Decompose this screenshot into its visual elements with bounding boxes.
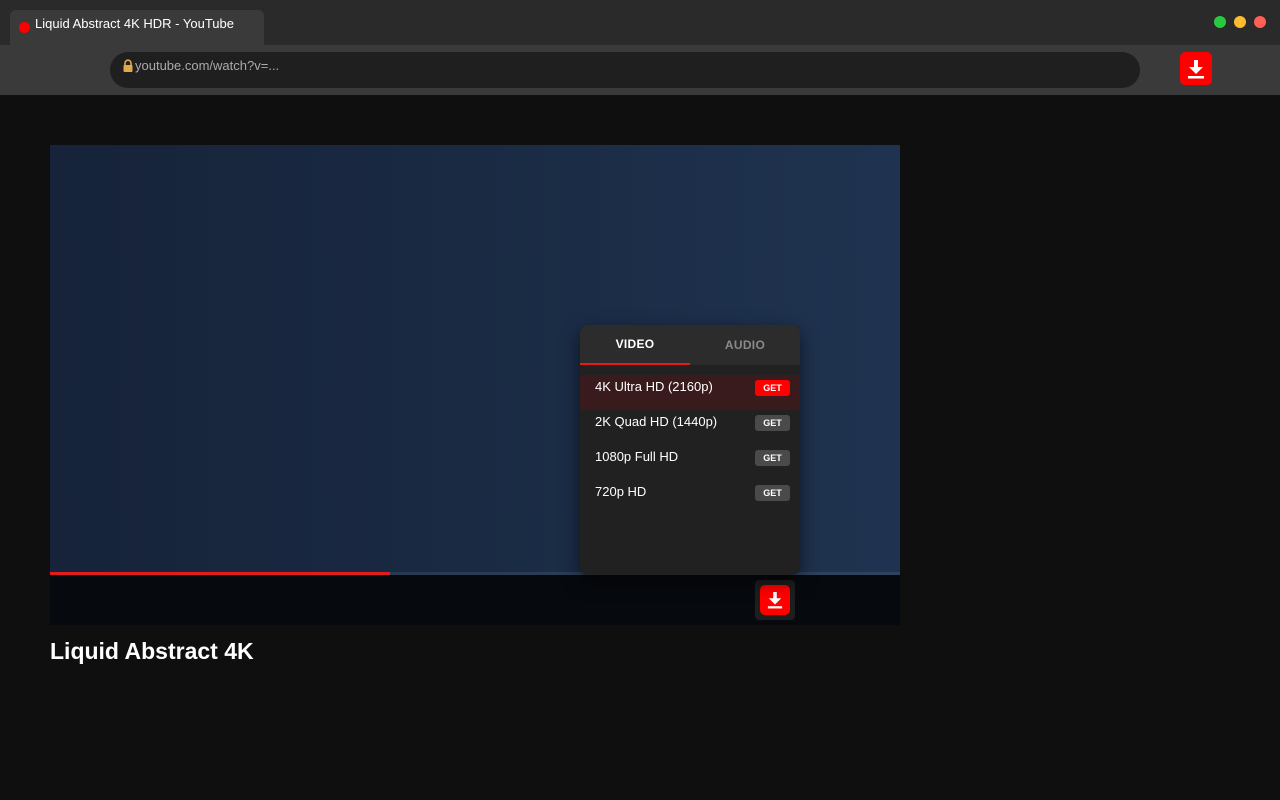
maximize-window-button[interactable] — [1214, 16, 1226, 28]
quality-option-label: 720p HD — [595, 484, 647, 499]
tab-title: Liquid Abstract 4K HDR - YouTube — [35, 16, 234, 31]
quality-menu: VIDEO AUDIO 4K Ultra HD (2160p) GET 2K Q… — [580, 325, 800, 575]
quality-option-720p[interactable]: 720p HD GET — [580, 480, 800, 515]
quality-option-label: 1080p Full HD — [595, 449, 679, 464]
video-title: Liquid Abstract 4K — [50, 638, 254, 664]
video-player[interactable]: VIDEO AUDIO 4K Ultra HD (2160p) GET 2K Q… — [50, 145, 900, 625]
player-download-button-face — [760, 585, 790, 615]
lock-icon — [123, 59, 133, 72]
download-icon — [767, 592, 783, 609]
tab-video[interactable]: VIDEO — [580, 325, 690, 365]
player-download-button[interactable] — [755, 580, 795, 620]
quality-option-label: 4K Ultra HD (2160p) — [595, 379, 713, 394]
close-window-button[interactable] — [1254, 16, 1266, 28]
address-bar[interactable]: youtube.com/watch?v=... — [110, 52, 1140, 88]
get-button[interactable]: GET — [755, 485, 790, 501]
download-extension-button[interactable] — [1180, 52, 1212, 85]
get-button[interactable]: GET — [755, 380, 790, 396]
quality-option-1080p[interactable]: 1080p Full HD GET — [580, 445, 800, 480]
browser-tab[interactable]: Liquid Abstract 4K HDR - YouTube — [10, 10, 264, 45]
quality-menu-tabs: VIDEO AUDIO — [580, 325, 800, 365]
quality-option-label: 2K Quad HD (1440p) — [595, 414, 718, 429]
youtube-favicon-icon — [19, 22, 30, 33]
quality-option-1440p[interactable]: 2K Quad HD (1440p) GET — [580, 410, 800, 445]
address-url: youtube.com/watch?v=... — [135, 58, 280, 73]
browser-toolbar: youtube.com/watch?v=... — [0, 45, 1280, 95]
tab-audio[interactable]: AUDIO — [690, 325, 800, 365]
browser-tab-bar: Liquid Abstract 4K HDR - YouTube — [0, 0, 1280, 45]
minimize-window-button[interactable] — [1234, 16, 1246, 28]
player-controls-bar — [50, 575, 900, 625]
download-icon — [1188, 59, 1204, 78]
get-button[interactable]: GET — [755, 450, 790, 466]
get-button[interactable]: GET — [755, 415, 790, 431]
quality-option-2160p[interactable]: 4K Ultra HD (2160p) GET — [580, 375, 800, 410]
